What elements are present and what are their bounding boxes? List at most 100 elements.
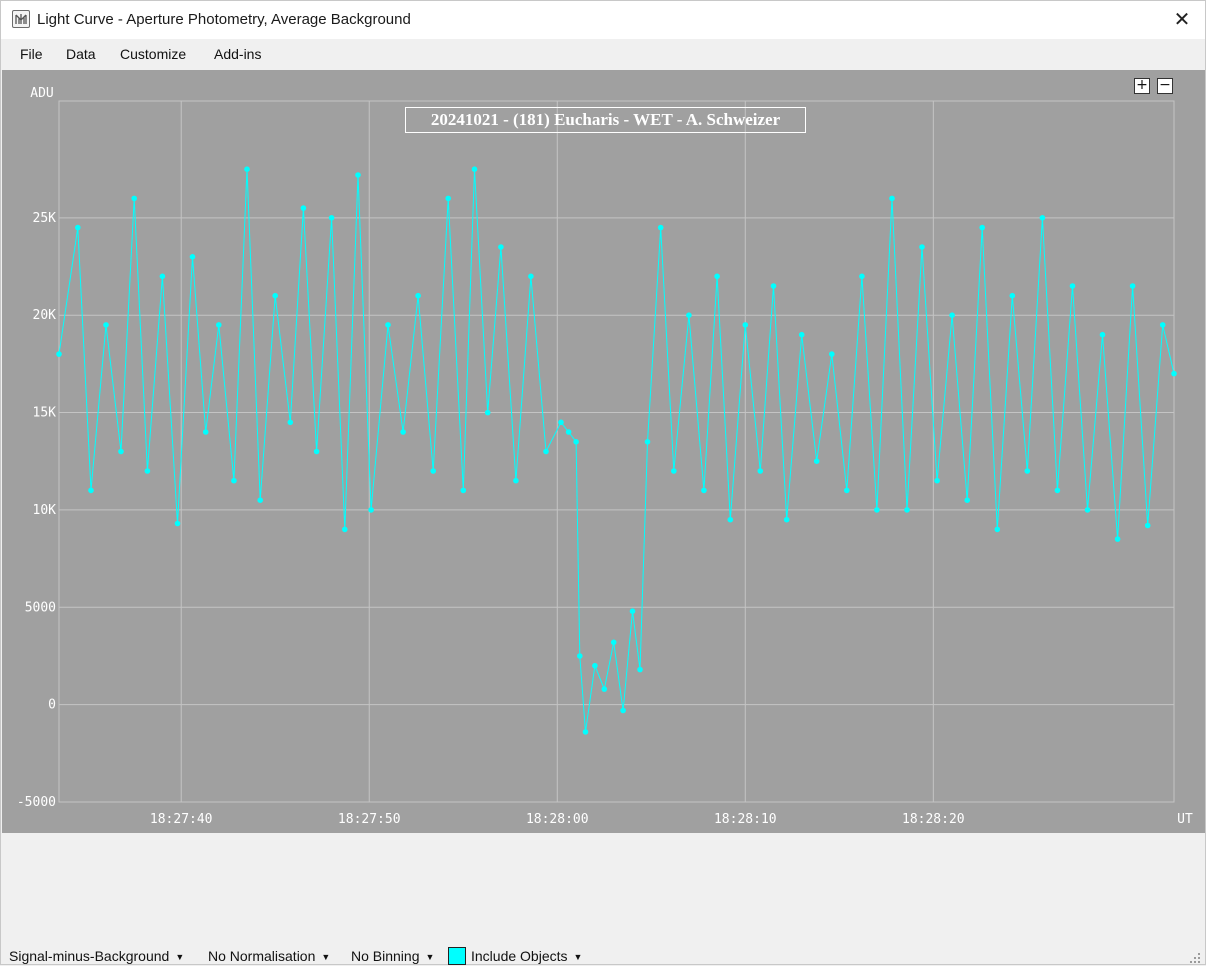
data-point xyxy=(949,312,955,318)
zoom-in-button[interactable]: + xyxy=(1134,78,1150,94)
data-point xyxy=(471,166,478,172)
series-line xyxy=(58,169,1175,732)
data-point xyxy=(415,292,421,299)
resize-grip-icon[interactable] xyxy=(1189,952,1201,964)
y-tick-label: 5000 xyxy=(25,600,56,615)
mode-dropdown[interactable]: Signal-minus-Background ▼ xyxy=(9,948,184,964)
zoom-out-button[interactable]: − xyxy=(1157,78,1173,94)
data-point xyxy=(355,172,361,178)
chevron-down-icon: ▼ xyxy=(425,952,435,962)
chevron-down-icon: ▼ xyxy=(321,952,331,962)
data-point xyxy=(56,351,62,357)
objects-color-swatch[interactable] xyxy=(448,947,466,965)
data-point xyxy=(783,516,790,523)
y-tick-label: 15K xyxy=(33,406,57,421)
data-point xyxy=(829,351,835,357)
data-point xyxy=(610,639,617,646)
data-point xyxy=(1024,468,1031,474)
data-point xyxy=(934,477,940,484)
x-axis-label: UT xyxy=(1177,812,1193,827)
data-point xyxy=(558,419,564,426)
data-point xyxy=(385,322,391,328)
window-title: Light Curve - Aperture Photometry, Avera… xyxy=(37,11,411,28)
mode-label: Signal-minus-Background xyxy=(9,948,170,964)
x-tick-label: 18:27:40 xyxy=(150,812,213,827)
data-point xyxy=(671,468,677,474)
data-point xyxy=(513,477,519,484)
binning-dropdown[interactable]: No Binning ▼ xyxy=(351,948,434,964)
data-point xyxy=(88,487,94,494)
data-point xyxy=(1009,292,1016,299)
data-point xyxy=(592,662,598,669)
data-point xyxy=(844,487,850,494)
data-point xyxy=(202,429,209,435)
data-point xyxy=(565,429,572,435)
y-axis-label: ADU xyxy=(30,86,53,101)
light-curve-plot[interactable]: -5000 0 5000 10K 15K 20K 25K 18:27:40 18:27:50 18… xyxy=(2,70,1205,833)
y-tick-label: -5000 xyxy=(17,795,56,810)
empty-panel xyxy=(1,833,1205,941)
chevron-down-icon: ▼ xyxy=(175,952,185,962)
data-point xyxy=(118,448,124,455)
app-icon xyxy=(12,10,30,28)
y-tick-label: 10K xyxy=(33,503,57,518)
chevron-down-icon: ▼ xyxy=(573,952,583,962)
normalisation-dropdown[interactable]: No Normalisation ▼ xyxy=(208,948,330,964)
y-tick-label: 20K xyxy=(33,308,57,323)
y-tick-label: 25K xyxy=(33,211,57,226)
menu-data[interactable]: Data xyxy=(66,46,96,62)
menu-file[interactable]: File xyxy=(20,46,43,62)
data-point xyxy=(889,195,895,202)
data-point xyxy=(644,439,651,445)
binning-label: No Binning xyxy=(351,948,420,964)
data-point xyxy=(701,487,707,494)
data-point xyxy=(1159,322,1166,328)
data-point xyxy=(368,507,374,513)
data-point xyxy=(714,273,720,280)
light-curve-chart[interactable]: -5000 0 5000 10K 15K 20K 25K 18:27:40 18:27:50 18… xyxy=(2,70,1205,833)
data-point xyxy=(686,312,692,318)
data-point xyxy=(620,707,626,714)
data-point xyxy=(159,273,166,280)
normalisation-label: No Normalisation xyxy=(208,948,316,964)
title-bar: Light Curve - Aperture Photometry, Avera… xyxy=(1,1,1205,39)
data-point xyxy=(919,244,925,250)
data-point xyxy=(1129,283,1136,289)
data-point xyxy=(189,254,196,260)
close-icon[interactable]: ✕ xyxy=(1169,7,1195,33)
x-tick-label: 18:28:10 xyxy=(714,812,777,827)
data-point xyxy=(400,429,406,435)
chart-title: 20241021 - (181) Eucharis - WET - A. Sch… xyxy=(405,107,806,133)
data-point xyxy=(174,520,181,527)
data-point xyxy=(313,448,320,455)
x-tick-label: 18:28:00 xyxy=(526,812,589,827)
data-point xyxy=(543,448,549,455)
status-bar: Signal-minus-Background ▼ No Normalisatio… xyxy=(1,945,1205,966)
data-point xyxy=(103,322,109,328)
data-point xyxy=(460,487,467,494)
data-point xyxy=(257,497,263,504)
data-point xyxy=(1099,331,1106,338)
data-point xyxy=(445,195,452,202)
objects-dropdown[interactable]: Include Objects ▼ xyxy=(471,948,582,964)
data-point xyxy=(216,322,222,328)
menu-add-ins[interactable]: Add-ins xyxy=(214,46,261,62)
data-point xyxy=(727,516,734,523)
data-point xyxy=(629,608,636,614)
data-point xyxy=(1039,215,1046,221)
data-point xyxy=(770,283,777,289)
data-point xyxy=(1069,283,1076,289)
data-point xyxy=(904,507,910,513)
data-point xyxy=(300,205,307,211)
data-point xyxy=(1054,487,1061,494)
data-point xyxy=(582,729,589,735)
data-point xyxy=(75,224,81,231)
data-point xyxy=(637,666,643,673)
data-point xyxy=(742,322,749,328)
data-point xyxy=(1171,370,1177,377)
menu-customize[interactable]: Customize xyxy=(120,46,186,62)
data-point xyxy=(272,292,279,299)
data-point xyxy=(798,331,805,338)
data-point xyxy=(874,507,880,513)
x-tick-label: 18:28:20 xyxy=(902,812,965,827)
